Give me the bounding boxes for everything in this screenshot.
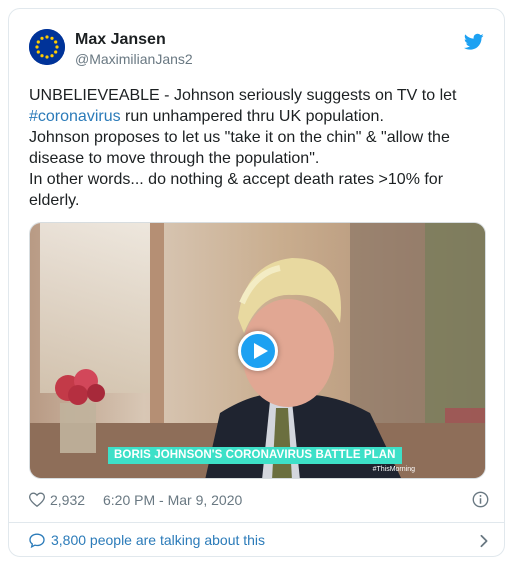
tweet-card: Max Jansen @MaximilianJans2 UNBELIEVEABL… (8, 8, 505, 557)
play-icon[interactable] (238, 331, 278, 371)
info-icon[interactable] (472, 491, 489, 508)
tweet-line-rest: run unhampered thru UK population. (120, 108, 384, 125)
tweet-timestamp[interactable]: 6:20 PM - Mar 9, 2020 (103, 492, 242, 508)
avatar[interactable] (29, 29, 65, 65)
tweet-header: Max Jansen @MaximilianJans2 (9, 9, 504, 75)
video-hashtag-tag: #ThisMorning (372, 466, 415, 473)
divider (9, 522, 504, 523)
twitter-bird-icon[interactable] (464, 33, 484, 51)
conversation-count-text[interactable]: 3,800 people are talking about this (51, 532, 265, 548)
tweet-text: UNBELIEVEABLE - Johnson seriously sugges… (29, 85, 489, 211)
tweet-line: In other words... do nothing & accept de… (29, 171, 444, 188)
eu-flag-icon (29, 29, 65, 65)
author-handle[interactable]: @MaximilianJans2 (75, 51, 193, 67)
video-chyron: BORIS JOHNSON'S CORONAVIRUS BATTLE PLAN (108, 447, 402, 464)
speech-bubble-icon (29, 533, 45, 548)
like-count[interactable]: 2,932 (50, 492, 85, 508)
chevron-right-icon[interactable] (479, 534, 489, 548)
author-name[interactable]: Max Jansen (75, 31, 166, 49)
heart-icon[interactable] (29, 492, 45, 507)
video-thumbnail[interactable]: BORIS JOHNSON'S CORONAVIRUS BATTLE PLAN … (29, 222, 486, 479)
tweet-line: disease to move through the population". (29, 150, 320, 167)
tweet-line: UNBELIEVEABLE - Johnson seriously sugges… (29, 87, 457, 104)
tweet-line: #coronavirus run unhampered thru UK popu… (29, 106, 489, 127)
tweet-meta: 2,932 6:20 PM - Mar 9, 2020 (29, 490, 489, 510)
conversation-link[interactable]: 3,800 people are talking about this (29, 530, 489, 552)
tweet-line: Johnson proposes to let us "take it on t… (29, 129, 450, 146)
hashtag-link[interactable]: #coronavirus (29, 108, 121, 125)
tweet-line: elderly. (29, 192, 80, 209)
